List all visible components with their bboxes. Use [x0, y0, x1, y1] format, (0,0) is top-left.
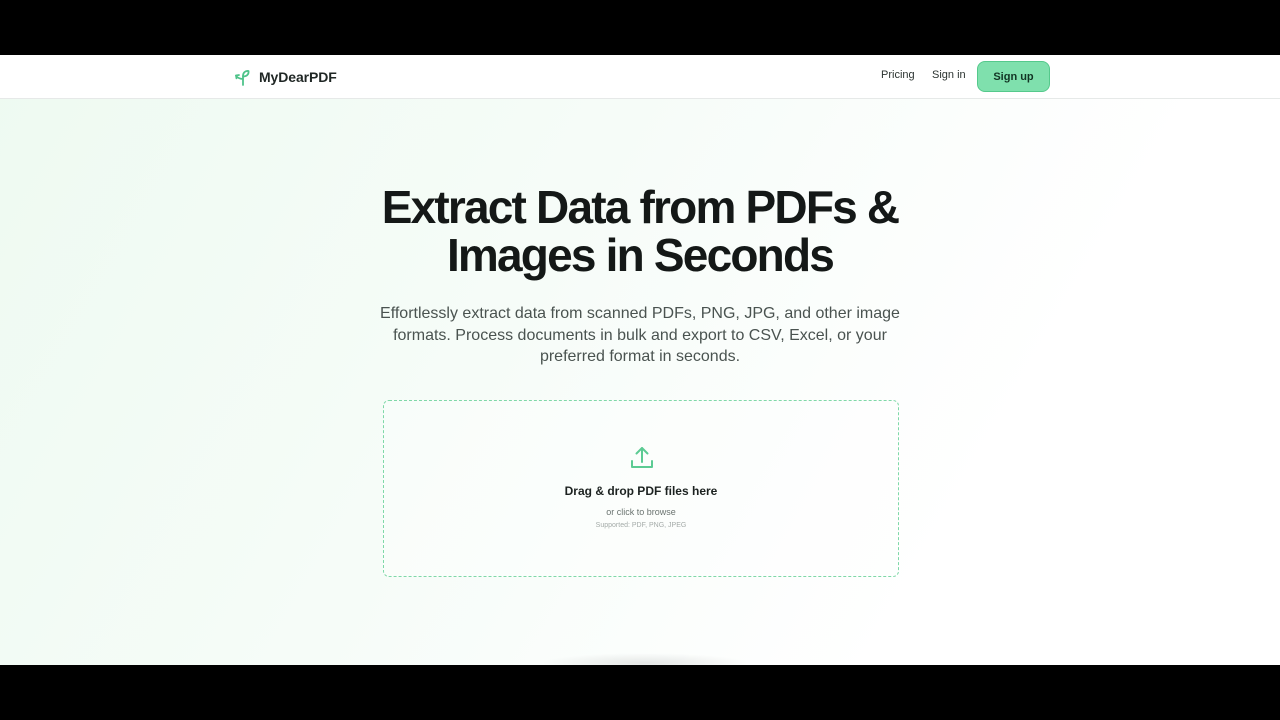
dropzone-title: Drag & drop PDF files here [564, 484, 718, 498]
section-shadow [540, 653, 750, 665]
signup-button[interactable]: Sign up [977, 61, 1050, 92]
dropzone-browse-hint: or click to browse [606, 507, 676, 517]
top-navbar: MyDearPDF Pricing Sign in Sign up [0, 55, 1280, 99]
hero-subtitle: Effortlessly extract data from scanned P… [380, 305, 900, 365]
nav-pricing-link[interactable]: Pricing [881, 69, 915, 81]
hero-title: Extract Data from PDFs & Images in Secon… [381, 181, 900, 281]
page-viewport: MyDearPDF Pricing Sign in Sign up Extrac… [0, 55, 1280, 665]
nav-signin-link[interactable]: Sign in [932, 69, 966, 81]
brand-logo[interactable]: MyDearPDF [233, 67, 337, 87]
dropzone-supported-formats: Supported: PDF, PNG, JPEG [595, 522, 687, 529]
upload-icon [631, 447, 653, 468]
file-dropzone[interactable]: Drag & drop PDF files here or click to b… [383, 400, 899, 577]
brand-name: MyDearPDF [259, 69, 337, 85]
leaf-arrow-icon [235, 70, 250, 86]
